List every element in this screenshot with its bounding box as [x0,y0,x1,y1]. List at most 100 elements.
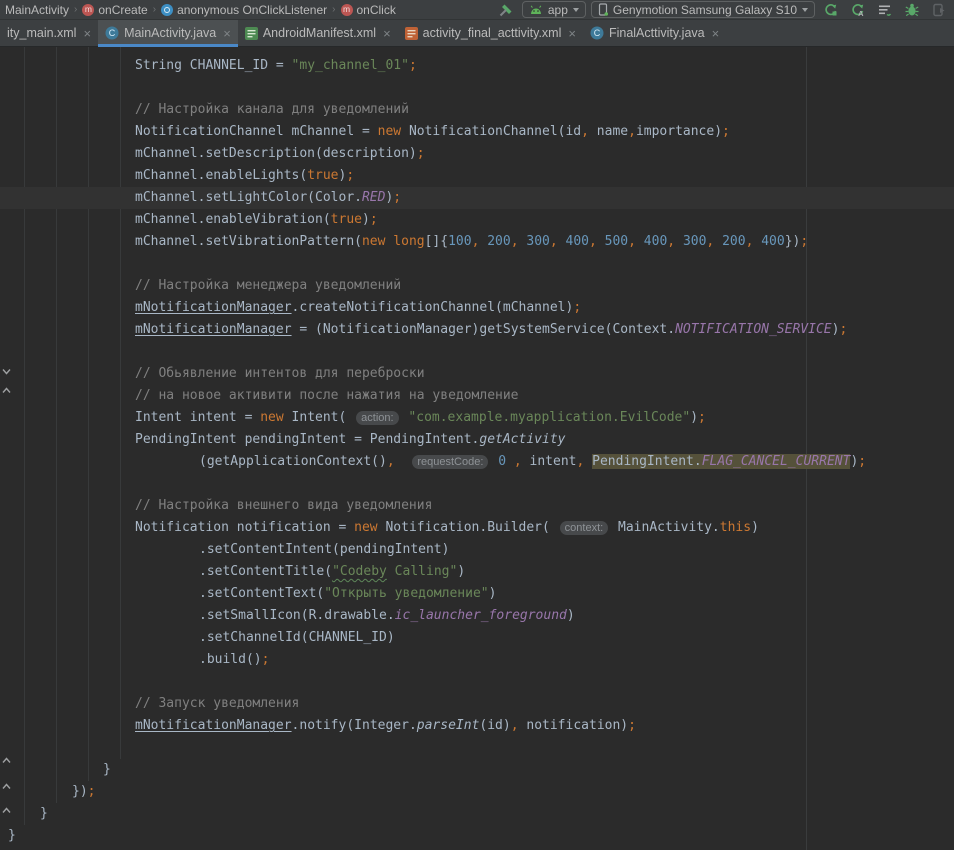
tab-label: FinalActtivity.java [609,26,705,40]
code-line: // Настройка менеджера уведомлений [0,275,954,297]
code-token: , [628,234,636,249]
close-tab-icon[interactable]: × [383,27,391,40]
method-icon: m [82,4,94,16]
code-token: 200 [487,234,510,249]
code-token: context: [560,521,609,535]
code-token: 300 [683,234,706,249]
fold-marker-icon[interactable] [1,364,12,375]
code-line: .setContentIntent(pendingIntent) [0,539,954,561]
android-icon [529,5,543,15]
breadcrumb-item-anonymous-class[interactable]: anonymous OnClickListener [158,3,330,17]
code-token: importance) [636,124,722,139]
build-hammer-icon[interactable] [495,1,517,19]
code-token: NotificationChannel mChannel = [135,124,378,139]
code-token: // Настройка внешнего вида уведомления [135,498,432,513]
code-token: .setSmallIcon(R.drawable. [199,608,395,623]
close-tab-icon[interactable]: × [223,27,231,40]
navigation-bar: MainActivity › m onCreate › anonymous On… [0,0,954,20]
code-token: ; [800,234,808,249]
code-token: .setContentTitle( [199,564,332,579]
code-token: String CHANNEL_ID = [135,58,292,73]
code-token: , [667,234,675,249]
code-line: .build(); [0,649,954,671]
code-line: mChannel.enableVibration(true); [0,209,954,231]
code-token: (id) [479,718,510,733]
code-token: mNotificationManager [135,322,292,337]
code-token: new [362,234,393,249]
code-token: mChannel.setLightColor(Color. [135,190,362,205]
tab-androidmanifest-xml[interactable]: AndroidManifest.xml × [238,20,398,46]
code-token: ; [370,212,378,227]
code-token: name [589,124,628,139]
code-token: long [393,234,424,249]
code-line [0,253,954,275]
close-tab-icon[interactable]: × [568,27,576,40]
tab-mainactivity-java[interactable]: C MainActivity.java × [98,20,238,46]
code-line: Notification notification = new Notifica… [0,517,954,539]
code-token: , [511,718,519,733]
tab-label: AndroidManifest.xml [263,26,376,40]
device-selector[interactable]: Genymotion Samsung Galaxy S10 [591,1,815,18]
code-line: mNotificationManager = (NotificationMana… [0,319,954,341]
breadcrumb-item-class[interactable]: MainActivity [2,3,72,17]
code-token: } [8,828,16,843]
code-line: }); [0,781,954,803]
close-tab-icon[interactable]: × [712,27,720,40]
profiler-icon[interactable] [874,1,896,19]
tab-finalacttivity-java[interactable]: C FinalActtivity.java × [583,20,726,46]
breadcrumb-item-method[interactable]: m onCreate [79,3,150,17]
code-token: MainActivity. [610,520,720,535]
code-token: 400 [761,234,784,249]
breadcrumb-item-method[interactable]: m onClick [338,3,399,17]
fold-marker-icon[interactable] [1,779,12,790]
code-token: mNotificationManager [135,300,292,315]
code-token: , [550,234,558,249]
code-token: mNotificationManager [135,718,292,733]
code-token: parseInt [417,718,480,733]
chevron-down-icon [802,8,808,12]
chevron-down-icon [573,8,579,12]
device-label: Genymotion Samsung Galaxy S10 [613,3,797,17]
apply-code-changes-icon[interactable]: A [847,1,869,19]
code-token: new [378,124,401,139]
apply-changes-restart-icon[interactable] [820,1,842,19]
fold-marker-icon[interactable] [1,803,12,814]
code-token: true [307,168,338,183]
code-token: action: [356,411,398,425]
tab-activity-main-xml[interactable]: ity_main.xml × [0,20,98,46]
svg-text:A: A [858,9,864,18]
code-token: }) [72,784,88,799]
code-token: new [260,410,283,425]
svg-text:C: C [594,28,601,38]
code-token: "com.example.myapplication.EvilCode" [408,410,690,425]
debug-icon[interactable] [901,1,923,19]
fold-marker-icon[interactable] [1,383,12,394]
svg-text:C: C [109,28,116,38]
code-line: // Запуск уведомления [0,693,954,715]
code-line: mChannel.enableLights(true); [0,165,954,187]
tab-activity-final-acttivity-xml[interactable]: activity_final_acttivity.xml × [398,20,583,46]
breadcrumb-separator-icon: › [331,4,336,15]
code-token: ; [698,410,706,425]
code-token: NotificationChannel(id [401,124,581,139]
code-token: ; [393,190,401,205]
code-token: ) [489,586,497,601]
code-token: requestCode: [412,455,488,469]
code-token: 100 [448,234,471,249]
close-tab-icon[interactable]: × [83,27,91,40]
code-token: []{ [425,234,448,249]
code-token: (getApplicationContext() [199,454,387,469]
run-config-selector[interactable]: app [522,1,586,18]
code-content: String CHANNEL_ID = "my_channel_01"; // Н… [0,55,954,847]
code-token: .setContentIntent(pendingIntent) [199,542,449,557]
code-token: // Настройка менеджера уведомлений [135,278,401,293]
fold-marker-icon[interactable] [1,753,12,764]
attach-debugger-icon[interactable] [928,1,950,19]
code-token: 400 [644,234,667,249]
code-token: .notify(Integer. [292,718,417,733]
code-token [584,454,592,469]
breadcrumb-separator-icon: › [152,4,157,15]
code-token [597,234,605,249]
code-line: String CHANNEL_ID = "my_channel_01"; [0,55,954,77]
code-editor[interactable]: String CHANNEL_ID = "my_channel_01"; // Н… [0,47,954,850]
